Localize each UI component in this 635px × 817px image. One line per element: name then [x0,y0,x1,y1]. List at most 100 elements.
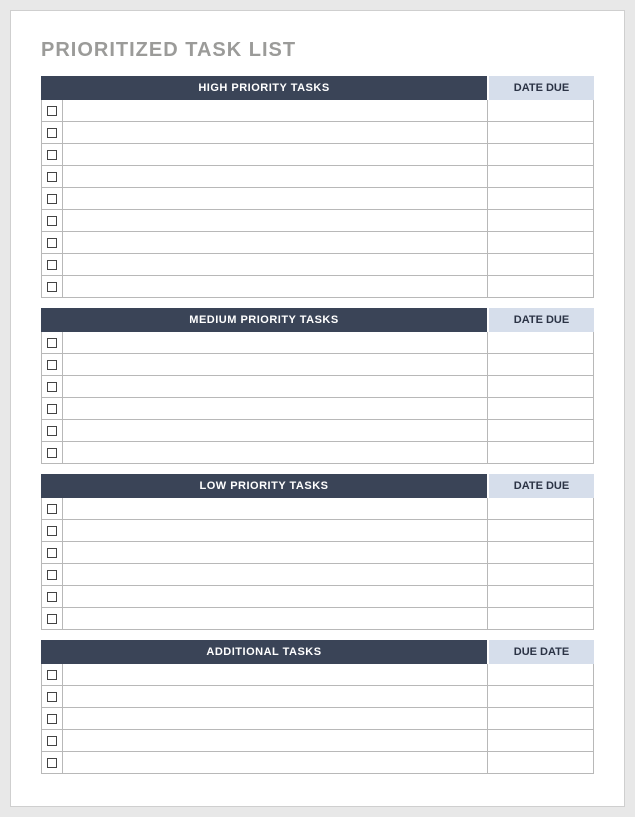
checkbox-cell[interactable] [42,442,63,463]
checkbox-cell[interactable] [42,686,63,707]
checkbox-icon [47,426,57,436]
checkbox-cell[interactable] [42,144,63,165]
checkbox-cell[interactable] [42,376,63,397]
checkbox-cell[interactable] [42,232,63,253]
task-cell[interactable] [63,730,488,751]
checkbox-icon [47,238,57,248]
rows [41,100,594,298]
date-cell[interactable] [488,752,593,773]
checkbox-icon [47,360,57,370]
task-cell[interactable] [63,254,488,275]
date-cell[interactable] [488,730,593,751]
date-cell[interactable] [488,708,593,729]
checkbox-cell[interactable] [42,100,63,121]
table-row [42,166,593,188]
checkbox-icon [47,548,57,558]
task-cell[interactable] [63,752,488,773]
date-cell[interactable] [488,122,593,143]
checkbox-cell[interactable] [42,398,63,419]
task-cell[interactable] [63,708,488,729]
date-cell[interactable] [488,188,593,209]
date-cell[interactable] [488,542,593,563]
checkbox-cell[interactable] [42,254,63,275]
task-cell[interactable] [63,542,488,563]
date-cell[interactable] [488,376,593,397]
task-cell[interactable] [63,420,488,441]
date-cell[interactable] [488,100,593,121]
task-cell[interactable] [63,520,488,541]
task-cell[interactable] [63,376,488,397]
table-row [42,542,593,564]
date-cell[interactable] [488,686,593,707]
checkbox-cell[interactable] [42,752,63,773]
task-cell[interactable] [63,686,488,707]
task-cell[interactable] [63,564,488,585]
task-cell[interactable] [63,166,488,187]
date-cell[interactable] [488,586,593,607]
table-row [42,354,593,376]
date-cell[interactable] [488,144,593,165]
date-cell[interactable] [488,210,593,231]
date-cell[interactable] [488,420,593,441]
date-cell[interactable] [488,354,593,375]
checkbox-cell[interactable] [42,664,63,685]
checkbox-cell[interactable] [42,332,63,353]
date-cell[interactable] [488,276,593,297]
date-cell[interactable] [488,498,593,519]
checkbox-icon [47,128,57,138]
date-cell[interactable] [488,254,593,275]
date-cell[interactable] [488,166,593,187]
checkbox-cell[interactable] [42,166,63,187]
checkbox-cell[interactable] [42,122,63,143]
checkbox-icon [47,692,57,702]
date-cell[interactable] [488,232,593,253]
date-cell[interactable] [488,520,593,541]
date-header: DATE DUE [489,474,594,498]
table-row [42,730,593,752]
task-cell[interactable] [63,586,488,607]
task-cell[interactable] [63,332,488,353]
task-cell[interactable] [63,232,488,253]
checkbox-cell[interactable] [42,608,63,629]
checkbox-cell[interactable] [42,354,63,375]
date-cell[interactable] [488,332,593,353]
task-cell[interactable] [63,188,488,209]
task-cell[interactable] [63,122,488,143]
checkbox-icon [47,758,57,768]
checkbox-cell[interactable] [42,420,63,441]
checkbox-cell[interactable] [42,730,63,751]
checkbox-icon [47,670,57,680]
checkbox-cell[interactable] [42,708,63,729]
task-cell[interactable] [63,398,488,419]
date-cell[interactable] [488,442,593,463]
task-cell[interactable] [63,144,488,165]
rows [41,664,594,774]
table-row [42,686,593,708]
checkbox-cell[interactable] [42,188,63,209]
checkbox-cell[interactable] [42,542,63,563]
rows [41,498,594,630]
checkbox-cell[interactable] [42,498,63,519]
date-cell[interactable] [488,608,593,629]
table-row [42,520,593,542]
checkbox-cell[interactable] [42,210,63,231]
task-cell[interactable] [63,100,488,121]
table-row [42,232,593,254]
task-cell[interactable] [63,498,488,519]
table-row [42,664,593,686]
checkbox-cell[interactable] [42,520,63,541]
task-cell[interactable] [63,442,488,463]
checkbox-cell[interactable] [42,564,63,585]
task-cell[interactable] [63,354,488,375]
task-cell[interactable] [63,664,488,685]
date-cell[interactable] [488,664,593,685]
task-cell[interactable] [63,608,488,629]
task-cell[interactable] [63,276,488,297]
checkbox-icon [47,150,57,160]
checkbox-cell[interactable] [42,276,63,297]
date-cell[interactable] [488,564,593,585]
checkbox-cell[interactable] [42,586,63,607]
task-cell[interactable] [63,210,488,231]
date-cell[interactable] [488,398,593,419]
page: PRIORITIZED TASK LIST HIGH PRIORITY TASK… [10,10,625,807]
